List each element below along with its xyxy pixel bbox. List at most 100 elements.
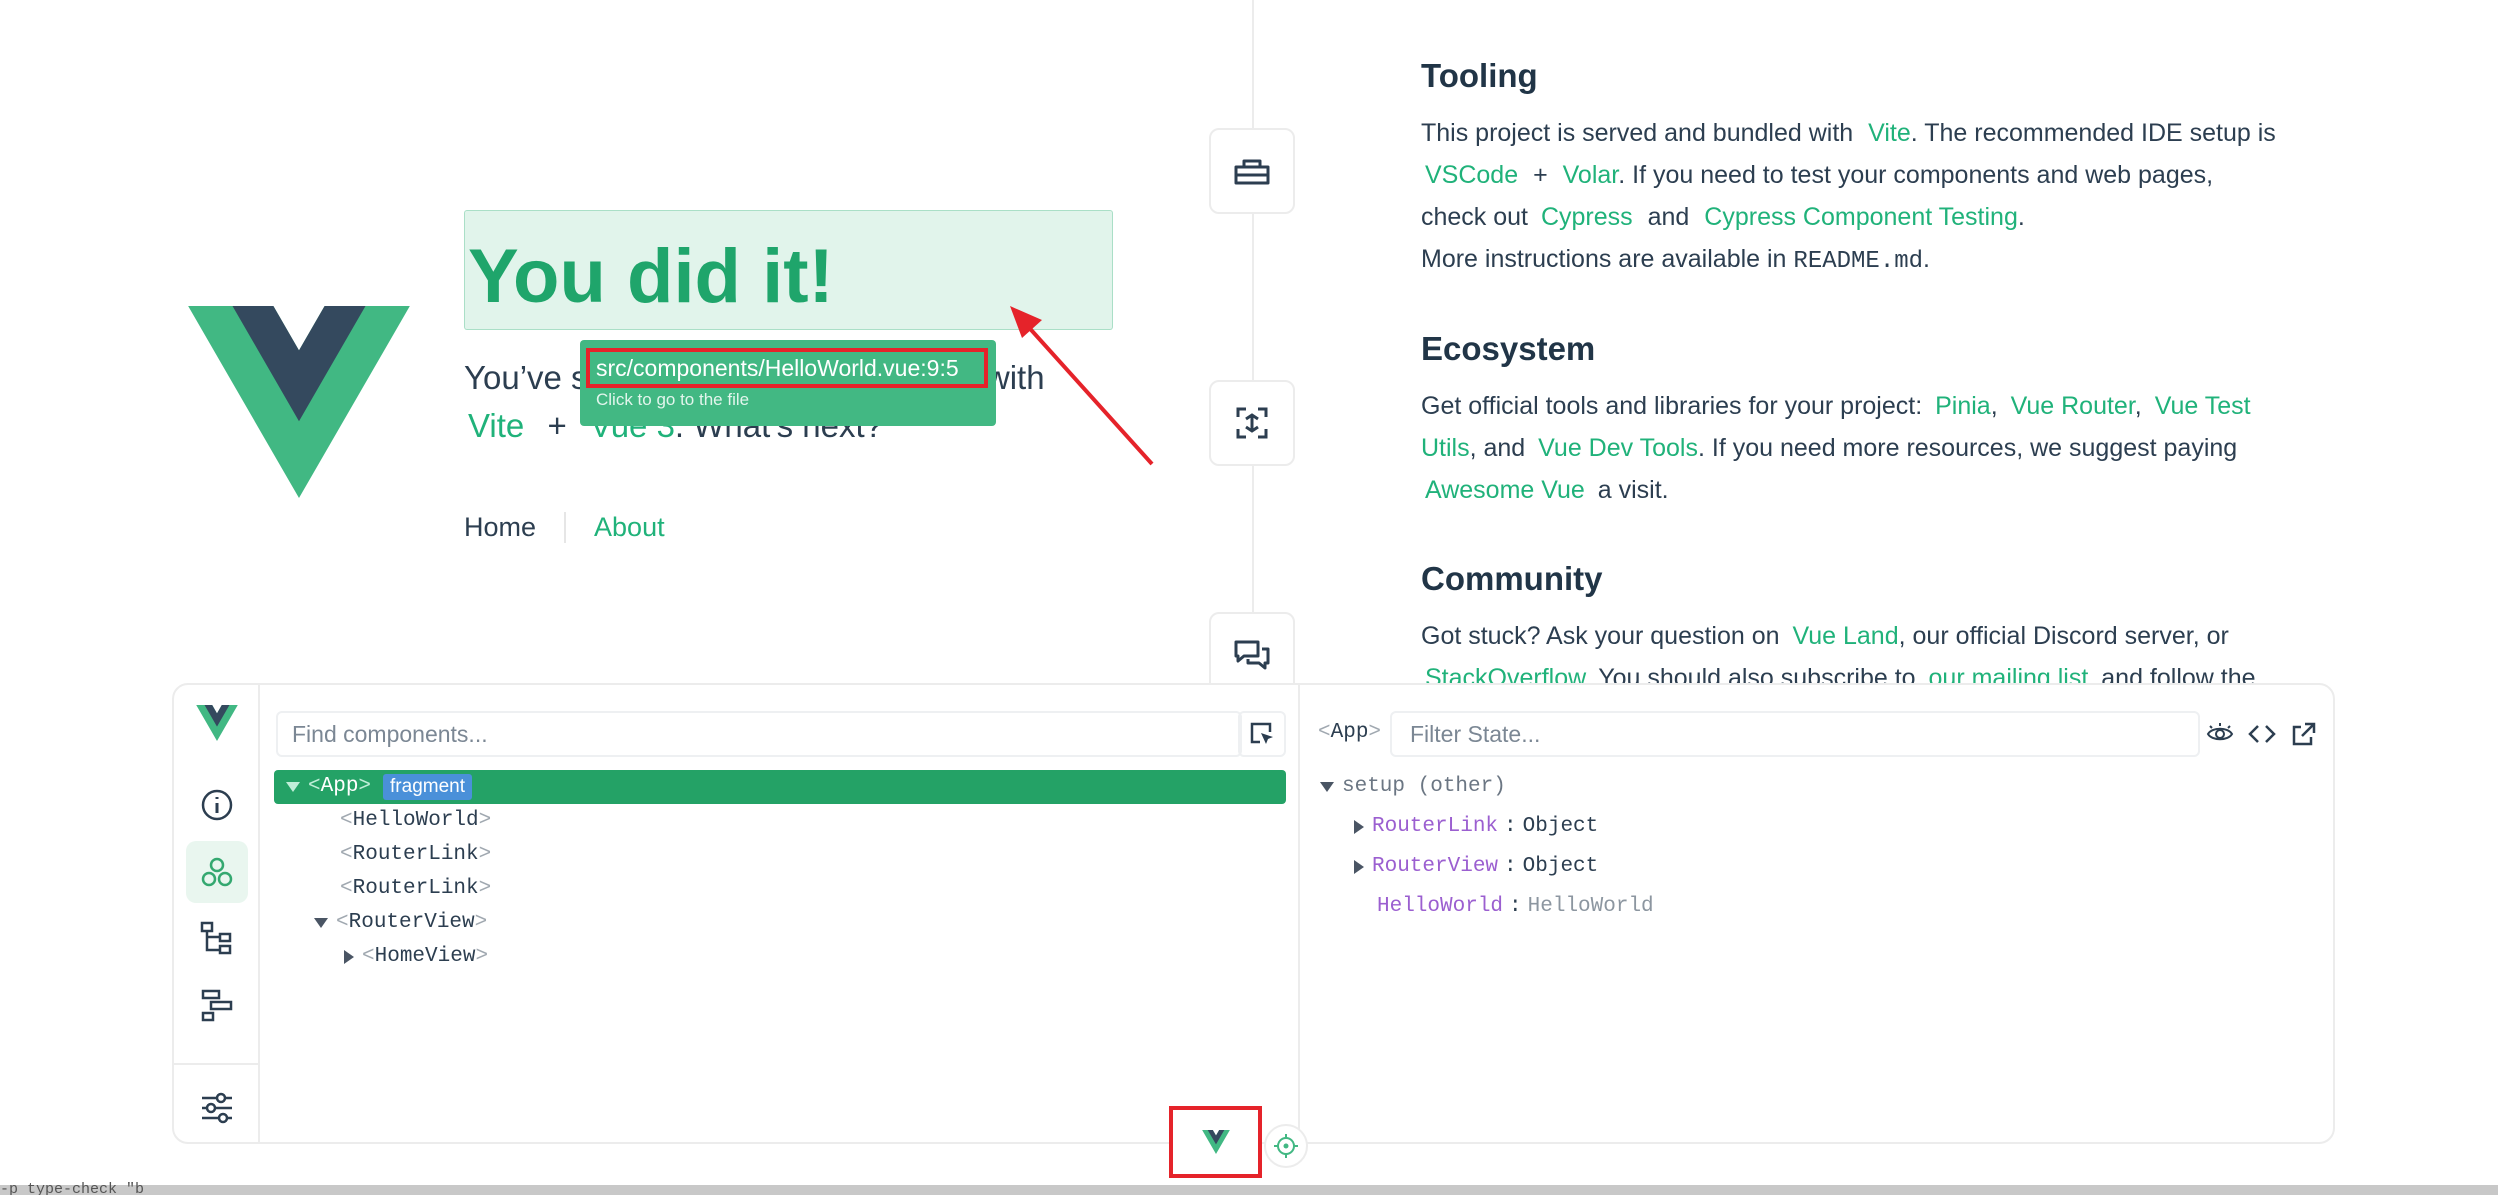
tree-label: App bbox=[320, 775, 359, 798]
devtools-toggle-button[interactable] bbox=[1169, 1106, 1262, 1178]
ecosystem-text: . If you need more resources, we suggest… bbox=[1698, 434, 2238, 462]
tree-row[interactable]: < HelloWorld > bbox=[340, 804, 491, 838]
tooling-line2: VSCode + Volar. If you need to test your… bbox=[1421, 154, 2421, 196]
info-icon[interactable] bbox=[186, 774, 248, 836]
pinia-link[interactable]: Pinia bbox=[1935, 392, 1991, 420]
state-sep: : bbox=[1509, 895, 1522, 918]
tree-label: HelloWorld bbox=[352, 809, 479, 832]
tooling-text: . bbox=[1923, 245, 1930, 273]
vue-dev-tools-link[interactable]: Vue Dev Tools bbox=[1538, 434, 1698, 462]
focus-icon bbox=[1209, 380, 1295, 466]
tooling-text: This project is served and bundled with bbox=[1421, 119, 1854, 147]
vue-test-utils-link-cont[interactable]: Utils bbox=[1421, 434, 1470, 462]
state-key: RouterLink bbox=[1372, 815, 1499, 838]
ecosystem-heading: Ecosystem bbox=[1421, 330, 1596, 367]
ecosystem-line2: Utils, and Vue Dev Tools. If you need mo… bbox=[1421, 427, 2421, 469]
tooling-text: and bbox=[1647, 203, 1690, 231]
tooling-line1: This project is served and bundled with … bbox=[1421, 112, 2421, 154]
settings-icon[interactable] bbox=[186, 1077, 248, 1139]
awesome-vue-link[interactable]: Awesome Vue bbox=[1425, 476, 1585, 504]
target-icon[interactable] bbox=[1264, 1124, 1308, 1168]
tooling-heading: Tooling bbox=[1421, 57, 1538, 94]
comma: , bbox=[1990, 392, 1998, 420]
readme-code: README.md bbox=[1793, 248, 1924, 275]
panel-divider bbox=[1298, 685, 1300, 1142]
hero-plus: + bbox=[547, 407, 567, 444]
external-link-icon[interactable] bbox=[2287, 717, 2321, 751]
community-heading: Community bbox=[1421, 560, 1603, 597]
expand-caret[interactable] bbox=[1354, 820, 1364, 834]
vue-router-link[interactable]: Vue Router bbox=[2011, 392, 2135, 420]
collapse-caret[interactable] bbox=[286, 782, 300, 792]
tooling-line4: More instructions are available in READM… bbox=[1421, 238, 2421, 283]
tooling-line3: check out Cypress and Cypress Component … bbox=[1421, 196, 2421, 238]
eye-icon[interactable] bbox=[2203, 717, 2237, 751]
vue-devtools-logo bbox=[196, 705, 238, 741]
tooling-text: More instructions are available in bbox=[1421, 245, 1787, 273]
toolbox-icon bbox=[1209, 128, 1295, 214]
state-value: Object bbox=[1522, 855, 1599, 878]
community-text: , our official Discord server, or bbox=[1898, 622, 2229, 650]
fragment-badge: fragment bbox=[383, 774, 473, 800]
tooltip-file-path[interactable]: src/components/HelloWorld.vue:9:5 bbox=[586, 348, 988, 388]
hero-vite-link[interactable]: Vite bbox=[468, 407, 524, 444]
nav-about-link[interactable]: About bbox=[564, 511, 693, 543]
vue-land-link[interactable]: Vue Land bbox=[1793, 622, 1899, 650]
ecosystem-line1: Get official tools and libraries for you… bbox=[1421, 385, 2421, 427]
tooling-text: . If you need to test your components an… bbox=[1618, 161, 2214, 189]
volar-link[interactable]: Volar bbox=[1563, 161, 1619, 189]
expand-caret[interactable] bbox=[1354, 860, 1364, 874]
tree-row[interactable]: < RouterView > bbox=[314, 906, 487, 940]
vscode-link[interactable]: VSCode bbox=[1425, 161, 1518, 189]
tooling-text: check out bbox=[1421, 203, 1529, 231]
state-row[interactable]: HelloWorld : HelloWorld bbox=[1377, 890, 1654, 924]
collapse-caret[interactable] bbox=[314, 918, 328, 928]
vue-test-utils-link[interactable]: Vue Test bbox=[2155, 392, 2251, 420]
community-line1: Got stuck? Ask your question on Vue Land… bbox=[1421, 615, 2421, 657]
terminal-text: -p type-check "b bbox=[0, 1181, 145, 1195]
ecosystem-line3: Awesome Vue a visit. bbox=[1421, 469, 2421, 511]
tree-row-app[interactable]: < App > fragment bbox=[286, 770, 473, 804]
code-icon[interactable] bbox=[2245, 717, 2279, 751]
tree-label: RouterView bbox=[348, 911, 475, 934]
ecosystem-text: , and bbox=[1469, 434, 1526, 462]
state-section-label: setup (other) bbox=[1342, 775, 1506, 798]
devtools-panel: Find components... < App > fragment < Hello… bbox=[172, 683, 2335, 1144]
state-section-header[interactable]: setup (other) bbox=[1320, 770, 1506, 804]
component-search-input[interactable]: Find components... bbox=[276, 711, 1242, 757]
tree-row[interactable]: < RouterLink > bbox=[340, 872, 491, 906]
components-icon[interactable] bbox=[186, 841, 248, 903]
nav-home-link[interactable]: Home bbox=[464, 512, 564, 543]
state-key: HelloWorld bbox=[1377, 895, 1504, 918]
ecosystem-text: Get official tools and libraries for you… bbox=[1421, 392, 1923, 420]
tree-label: HomeView bbox=[374, 945, 476, 968]
state-key: RouterView bbox=[1372, 855, 1499, 878]
hero-subtitle-start: You’ve s bbox=[464, 359, 588, 396]
tooling-text: . bbox=[2017, 203, 2025, 231]
picker-icon[interactable] bbox=[1238, 711, 1286, 757]
timeline-divider bbox=[1252, 0, 1254, 690]
tooling-vite-link[interactable]: Vite bbox=[1868, 119, 1911, 147]
filter-state-input[interactable]: Filter State... bbox=[1390, 711, 2200, 757]
tooltip-hint: Click to go to the file bbox=[596, 390, 750, 409]
tooling-plus: + bbox=[1533, 161, 1548, 189]
cypress-component-testing-link[interactable]: Cypress Component Testing bbox=[1704, 203, 2018, 231]
annotation-arrow bbox=[1010, 306, 1154, 466]
selected-component-crumb: <App> bbox=[1318, 721, 1382, 744]
tree-row[interactable]: < RouterLink > bbox=[340, 838, 491, 872]
timeline-icon[interactable] bbox=[186, 974, 248, 1036]
collapse-caret[interactable] bbox=[1320, 782, 1334, 792]
hero-title: You did it! bbox=[468, 234, 834, 319]
vue-logo-small bbox=[1201, 1130, 1230, 1154]
state-sep: : bbox=[1504, 855, 1517, 878]
tree-icon[interactable] bbox=[186, 907, 248, 969]
ecosystem-text: a visit. bbox=[1597, 476, 1669, 504]
tree-row[interactable]: < HomeView > bbox=[344, 940, 488, 974]
state-row[interactable]: RouterLink : Object bbox=[1354, 810, 1598, 844]
expand-caret[interactable] bbox=[344, 950, 354, 964]
community-text: Got stuck? Ask your question on bbox=[1421, 622, 1780, 650]
cypress-link[interactable]: Cypress bbox=[1541, 203, 1633, 231]
terminal-strip bbox=[0, 1185, 2498, 1195]
state-row[interactable]: RouterView : Object bbox=[1354, 850, 1598, 884]
crumb-label: App bbox=[1330, 721, 1369, 744]
